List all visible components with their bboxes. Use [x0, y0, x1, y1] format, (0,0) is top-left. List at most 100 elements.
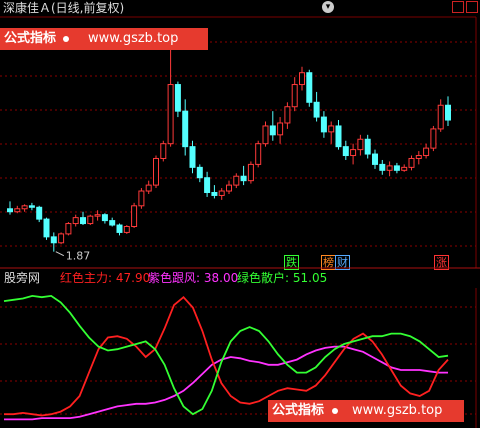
- candle: [226, 180, 232, 194]
- candle-body: [306, 72, 313, 103]
- candle: [65, 222, 72, 236]
- candle-body: [72, 217, 79, 225]
- candle-body: [36, 206, 43, 220]
- low-arrow: [55, 251, 65, 257]
- candle: [379, 159, 386, 175]
- grid-lines: [0, 41, 476, 247]
- green-line-label: 绿色散户: 51.05: [237, 271, 328, 285]
- candle: [247, 161, 254, 184]
- candle: [335, 120, 342, 150]
- candle: [320, 111, 327, 138]
- candle-body: [58, 233, 65, 244]
- candle: [196, 164, 203, 183]
- candle-body: [430, 128, 437, 149]
- candle: [393, 162, 400, 174]
- candle-body: [182, 110, 189, 148]
- candle-body: [357, 138, 364, 151]
- candle-body: [43, 218, 50, 238]
- candle-body: [364, 138, 371, 155]
- candle: [386, 161, 393, 177]
- candle-body: [255, 143, 262, 165]
- candle: [131, 202, 138, 228]
- candle: [299, 66, 305, 91]
- candle: [174, 81, 181, 118]
- candle-body: [445, 104, 451, 121]
- candle: [240, 165, 247, 186]
- candle-body: [80, 217, 86, 225]
- watermark-url: www.gszb.top: [352, 403, 443, 418]
- candle: [328, 121, 335, 144]
- candle: [28, 202, 35, 211]
- candle-body: [277, 122, 284, 136]
- candle: [423, 143, 430, 159]
- candle-body: [196, 166, 203, 179]
- watermark-url: www.gszb.top: [88, 31, 179, 46]
- candle-body: [262, 125, 269, 145]
- candle-body: [145, 184, 152, 192]
- candle: [313, 91, 320, 122]
- candle-body: [116, 224, 123, 233]
- candle-body: [160, 143, 167, 159]
- candle-body: [299, 72, 305, 86]
- dot-icon: [332, 408, 338, 414]
- candle-body: [226, 184, 232, 192]
- candle-body: [7, 208, 13, 213]
- candle: [445, 96, 451, 126]
- candle: [7, 201, 13, 215]
- candle: [43, 217, 50, 240]
- candle: [21, 204, 28, 212]
- candle-body: [138, 190, 145, 207]
- candle-body: [218, 190, 225, 196]
- candle: [408, 155, 415, 171]
- candle-body: [342, 146, 349, 157]
- candle-body: [211, 191, 218, 196]
- candle-body: [14, 208, 21, 213]
- candle-body: [94, 214, 101, 217]
- indicator-header: 股旁网 红色主力: 47.90 紫色跟风: 38.00 绿色散户: 51.05: [0, 270, 480, 286]
- candle: [372, 149, 378, 169]
- candle-body: [167, 84, 174, 145]
- candle: [160, 140, 167, 162]
- candle: [218, 188, 225, 200]
- candle: [72, 214, 79, 227]
- candle: [401, 164, 408, 172]
- candle: [145, 180, 152, 194]
- low-price-label: 1.87: [66, 250, 91, 263]
- candle-body: [269, 125, 276, 136]
- candle: [269, 111, 276, 141]
- candle-body: [247, 163, 254, 182]
- watermark-label: 公式指标: [4, 31, 57, 46]
- indicator-name: 股旁网: [4, 271, 41, 285]
- watermark-top: 公式指标 www.gszb.top: [0, 28, 208, 50]
- watermark-label: 公式指标: [272, 403, 325, 418]
- candle-body: [408, 157, 415, 168]
- candle-body: [240, 175, 247, 182]
- candle: [101, 213, 108, 224]
- candle-body: [131, 205, 138, 228]
- candle-body: [123, 226, 130, 233]
- candle-body: [386, 165, 393, 171]
- candle-body: [320, 116, 327, 133]
- candle-body: [50, 236, 57, 244]
- candle-body: [379, 163, 386, 171]
- candle: [342, 140, 349, 160]
- stock-chart-window: 深康佳Ａ(日线,前复权) ▾ 3.371.87 公式指标 www.gszb.to…: [0, 0, 480, 428]
- candle: [123, 225, 130, 234]
- candle-body: [189, 146, 196, 168]
- candle: [364, 134, 371, 159]
- red-line-label: 红色主力: 47.90: [60, 271, 151, 285]
- candle: [415, 151, 422, 165]
- candle: [80, 211, 86, 226]
- candle: [58, 232, 65, 245]
- candle-body: [437, 104, 444, 130]
- grid-lines: [0, 306, 476, 415]
- candle-body: [372, 153, 378, 165]
- candle-body: [415, 155, 422, 159]
- candle-body: [423, 147, 430, 157]
- candle: [306, 69, 313, 107]
- candle: [153, 155, 159, 189]
- watermark-bottom: 公式指标 www.gszb.top: [268, 400, 464, 422]
- candle: [284, 102, 291, 129]
- purple-line-label: 紫色跟风: 38.00: [148, 271, 239, 285]
- candle: [350, 143, 357, 165]
